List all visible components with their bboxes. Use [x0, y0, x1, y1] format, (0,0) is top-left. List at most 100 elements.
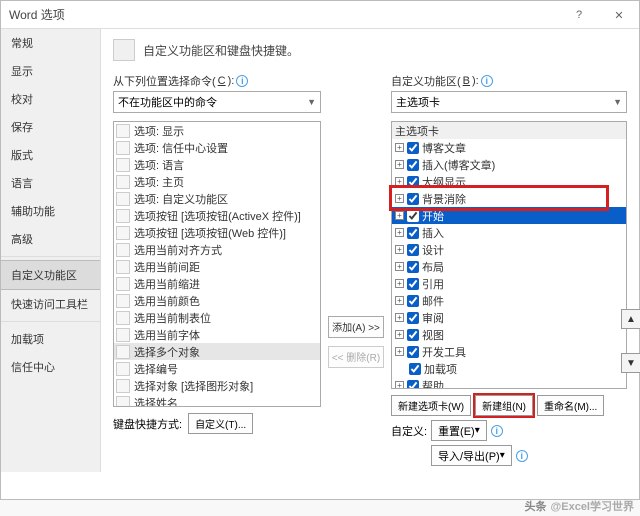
close-button[interactable]: ✕	[599, 1, 639, 29]
sidebar-item[interactable]: 版式	[1, 141, 100, 169]
info-icon[interactable]: i	[236, 75, 248, 87]
tree-checkbox[interactable]	[407, 346, 419, 358]
sidebar-item[interactable]: 校对	[1, 85, 100, 113]
command-icon	[116, 362, 130, 376]
tree-checkbox[interactable]	[407, 261, 419, 273]
expander-icon[interactable]: +	[395, 194, 404, 203]
tree-label: 大纲显示	[422, 174, 466, 190]
command-icon	[116, 243, 130, 257]
expander-icon[interactable]: +	[395, 279, 404, 288]
info-icon[interactable]: i	[481, 75, 493, 87]
command-row[interactable]: 选项: 信任中心设置	[114, 139, 320, 156]
command-row[interactable]: 选择编号	[114, 360, 320, 377]
tree-label: 引用	[422, 276, 444, 292]
tree-checkbox[interactable]	[409, 363, 421, 375]
tree-row[interactable]: +设计	[392, 241, 626, 258]
command-row[interactable]: 选用当前颜色	[114, 292, 320, 309]
sidebar-item[interactable]: 常规	[1, 29, 100, 57]
tree-checkbox[interactable]	[407, 244, 419, 256]
expander-icon[interactable]: +	[395, 143, 404, 152]
tree-checkbox[interactable]	[407, 142, 419, 154]
tree-checkbox[interactable]	[407, 380, 419, 390]
sidebar-item[interactable]: 信任中心	[1, 353, 100, 381]
sidebar-item[interactable]: 加载项	[1, 325, 100, 353]
tree-label: 审阅	[422, 310, 444, 326]
command-row[interactable]: 选项按钮 [选项按钮(ActiveX 控件)]	[114, 207, 320, 224]
sidebar-item[interactable]: 显示	[1, 57, 100, 85]
tree-row[interactable]: +博客文章	[392, 139, 626, 156]
expander-icon[interactable]: +	[395, 313, 404, 322]
command-label: 选项: 显示	[134, 123, 184, 139]
tree-checkbox[interactable]	[407, 193, 419, 205]
tree-checkbox[interactable]	[407, 312, 419, 324]
tree-checkbox[interactable]	[407, 278, 419, 290]
tree-checkbox[interactable]	[407, 210, 419, 222]
command-row[interactable]: 选用当前字体	[114, 326, 320, 343]
tree-row[interactable]: +视图	[392, 326, 626, 343]
add-button[interactable]: 添加(A) >>	[328, 316, 384, 338]
move-up-button[interactable]: ▲	[621, 309, 640, 329]
tree-checkbox[interactable]	[407, 176, 419, 188]
new-group-button[interactable]: 新建组(N)	[475, 395, 533, 416]
sidebar-item[interactable]: 语言	[1, 169, 100, 197]
info-icon[interactable]: i	[491, 425, 503, 437]
tree-row[interactable]: +开发工具	[392, 343, 626, 360]
expander-icon[interactable]: +	[395, 330, 404, 339]
tree-row[interactable]: + 引用	[392, 275, 626, 292]
commands-source-dropdown[interactable]: 不在功能区中的命令▼	[113, 91, 321, 113]
expander-icon[interactable]: +	[395, 211, 404, 220]
command-row[interactable]: 选用当前间距	[114, 258, 320, 275]
tree-checkbox[interactable]	[407, 295, 419, 307]
ribbon-tree[interactable]: 主选项卡+博客文章+插入(博客文章)+大纲显示+背景消除+开始+插入+设计+布局…	[391, 121, 627, 389]
help-button[interactable]: ?	[559, 1, 599, 29]
customize-kbd-button[interactable]: 自定义(T)...	[188, 413, 253, 434]
tree-row[interactable]: +布局	[392, 258, 626, 275]
command-row[interactable]: 选用当前对齐方式	[114, 241, 320, 258]
tree-row[interactable]: +邮件	[392, 292, 626, 309]
expander-icon[interactable]: +	[395, 177, 404, 186]
expander-icon[interactable]: +	[395, 245, 404, 254]
sidebar-item[interactable]: 高级	[1, 225, 100, 253]
command-row[interactable]: 选项: 自定义功能区	[114, 190, 320, 207]
expander-icon[interactable]: +	[395, 381, 404, 389]
tree-row[interactable]: +插入	[392, 224, 626, 241]
command-row[interactable]: 选用当前缩进	[114, 275, 320, 292]
expander-icon[interactable]: +	[395, 160, 404, 169]
info-icon[interactable]: i	[516, 450, 528, 462]
reset-dropdown[interactable]: 重置(E) ▾	[431, 420, 487, 441]
ribbon-target-dropdown[interactable]: 主选项卡▼	[391, 91, 627, 113]
tree-checkbox[interactable]	[407, 159, 419, 171]
sidebar-item[interactable]: 辅助功能	[1, 197, 100, 225]
sidebar-item[interactable]: 快速访问工具栏	[1, 290, 100, 318]
remove-button[interactable]: << 删除(R)	[328, 346, 384, 368]
expander-icon[interactable]: +	[395, 296, 404, 305]
tree-row[interactable]: + 大纲显示	[392, 173, 626, 190]
sidebar-item[interactable]: 保存	[1, 113, 100, 141]
command-row[interactable]: 选择对象 [选择图形对象]	[114, 377, 320, 394]
tree-row[interactable]: +帮助	[392, 377, 626, 389]
command-row[interactable]: 选项: 主页	[114, 173, 320, 190]
new-tab-button[interactable]: 新建选项卡(W)	[391, 395, 471, 416]
sidebar-item[interactable]: 自定义功能区	[1, 260, 100, 290]
expander-icon[interactable]: +	[395, 347, 404, 356]
tree-checkbox[interactable]	[407, 227, 419, 239]
tree-row[interactable]: 加载项	[392, 360, 626, 377]
command-row[interactable]: 选用当前制表位	[114, 309, 320, 326]
expander-icon[interactable]: +	[395, 228, 404, 237]
category-sidebar: 常规显示校对保存版式语言辅助功能高级自定义功能区快速访问工具栏加载项信任中心	[1, 29, 101, 472]
tree-row[interactable]: +插入(博客文章)	[392, 156, 626, 173]
tree-row[interactable]: +背景消除	[392, 190, 626, 207]
tree-row[interactable]: + 审阅	[392, 309, 626, 326]
commands-listbox[interactable]: 选项: 显示选项: 信任中心设置选项: 语言选项: 主页选项: 自定义功能区选项…	[113, 121, 321, 407]
command-row[interactable]: 选择多个对象	[114, 343, 320, 360]
command-row[interactable]: 选项: 显示	[114, 122, 320, 139]
expander-icon[interactable]: +	[395, 262, 404, 271]
command-row[interactable]: 选项: 语言	[114, 156, 320, 173]
move-down-button[interactable]: ▼	[621, 353, 640, 373]
import-export-dropdown[interactable]: 导入/导出(P) ▾	[431, 445, 512, 466]
rename-button[interactable]: 重命名(M)...	[537, 395, 604, 416]
tree-checkbox[interactable]	[407, 329, 419, 341]
tree-row[interactable]: +开始	[392, 207, 626, 224]
command-row[interactable]: 选择姓名	[114, 394, 320, 407]
command-row[interactable]: 选项按钮 [选项按钮(Web 控件)]	[114, 224, 320, 241]
